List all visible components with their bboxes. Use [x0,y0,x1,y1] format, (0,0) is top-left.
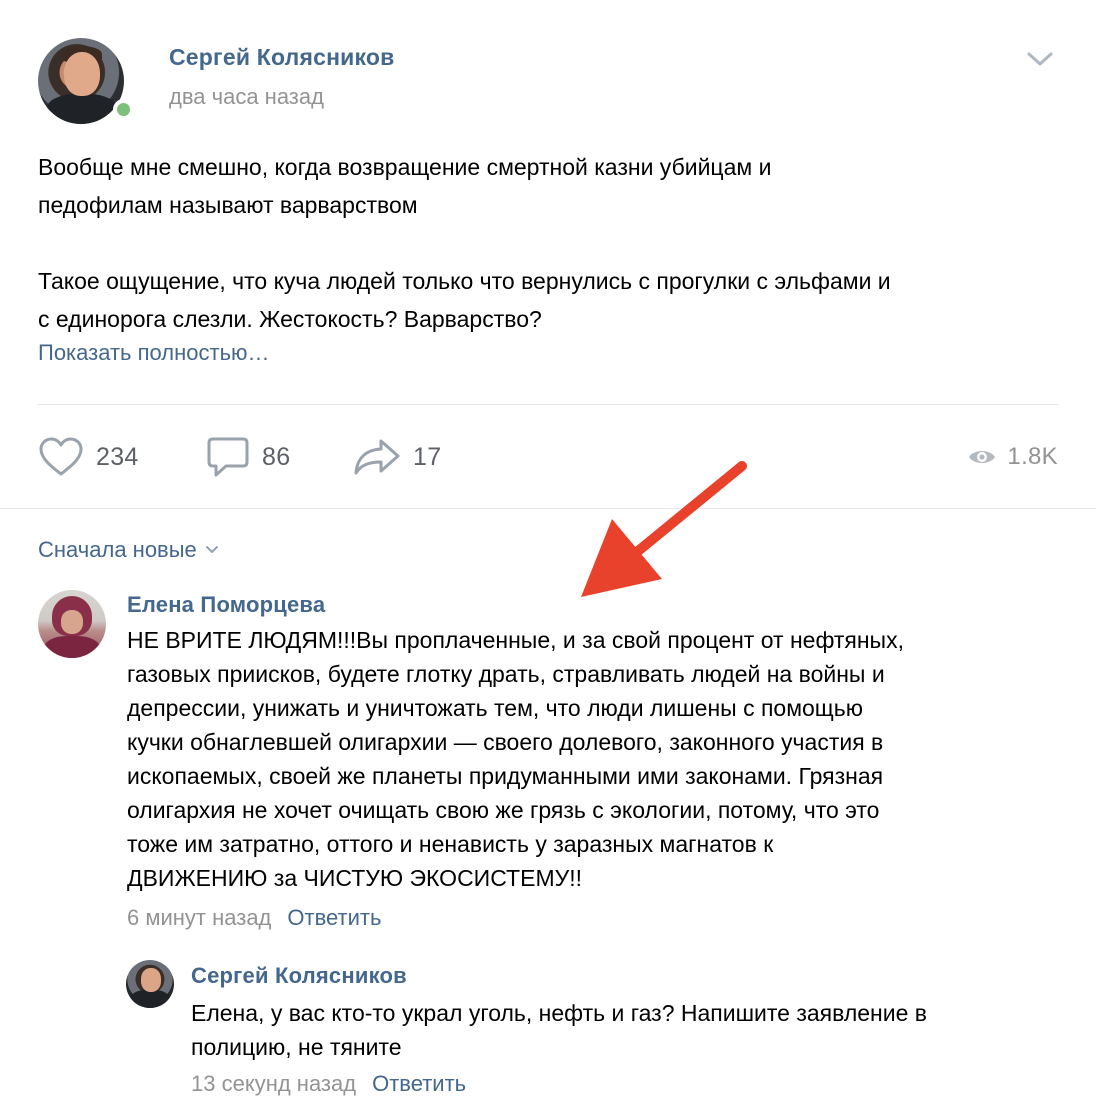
chevron-down-icon [205,546,218,553]
divider [0,508,1096,509]
likes-count: 234 [96,442,139,471]
comment-timestamp[interactable]: 6 минут назад [127,905,271,931]
reply-text: Елена, у вас кто-то украл уголь, нефть и… [191,1000,927,1060]
shares-count: 17 [413,442,442,471]
share-arrow-icon [354,439,400,475]
author-avatar[interactable] [38,38,124,124]
post-header: Сергей Колясников два часа назад [38,38,1058,126]
post-text: Вообще мне смешно, когда возвращение сме… [38,148,1068,338]
eye-icon [969,451,996,463]
comment-text: НЕ ВРИТЕ ЛЮДЯМ!!!Вы проплаченные, и за с… [127,627,904,891]
comment-author-name[interactable]: Елена Поморцева [127,592,325,618]
post-author-name[interactable]: Сергей Колясников [169,44,395,71]
reply-button[interactable]: Ответить [287,905,381,931]
comments-count: 86 [262,442,291,471]
online-indicator [113,99,134,120]
views-count: 1.8K [1007,443,1058,470]
post-paragraph: Вообще мне смешно, когда возвращение сме… [38,154,772,218]
reply-timestamp[interactable]: 13 секунд назад [191,1071,356,1097]
comments-sort-dropdown[interactable]: Сначала новые [38,537,219,563]
heart-icon [39,437,83,476]
reply-button[interactable]: Ответить [372,1071,466,1097]
comments-sort-label: Сначала новые [38,537,197,562]
reply-author-avatar[interactable] [126,960,174,1008]
divider [38,404,1058,405]
comment-bubble-icon [207,437,249,477]
like-button[interactable]: 234 [38,435,139,479]
views-counter: 1.8K [967,435,1058,479]
share-button[interactable]: 17 [353,435,441,479]
reply-author-name[interactable]: Сергей Колясников [191,963,407,989]
comment-meta: 6 минут назад Ответить [127,905,381,931]
post-timestamp[interactable]: два часа назад [169,84,324,110]
post-paragraph: Такое ощущение, что куча людей только чт… [38,268,891,332]
reply-meta: 13 секунд назад Ответить [191,1071,466,1097]
show-more-link[interactable]: Показать полностью… [38,340,270,366]
chevron-down-icon[interactable] [1026,50,1054,68]
commenter-avatar[interactable] [38,590,106,658]
post-actions: 234 86 17 1.8K [38,435,1058,479]
comment-button[interactable]: 86 [206,435,290,479]
